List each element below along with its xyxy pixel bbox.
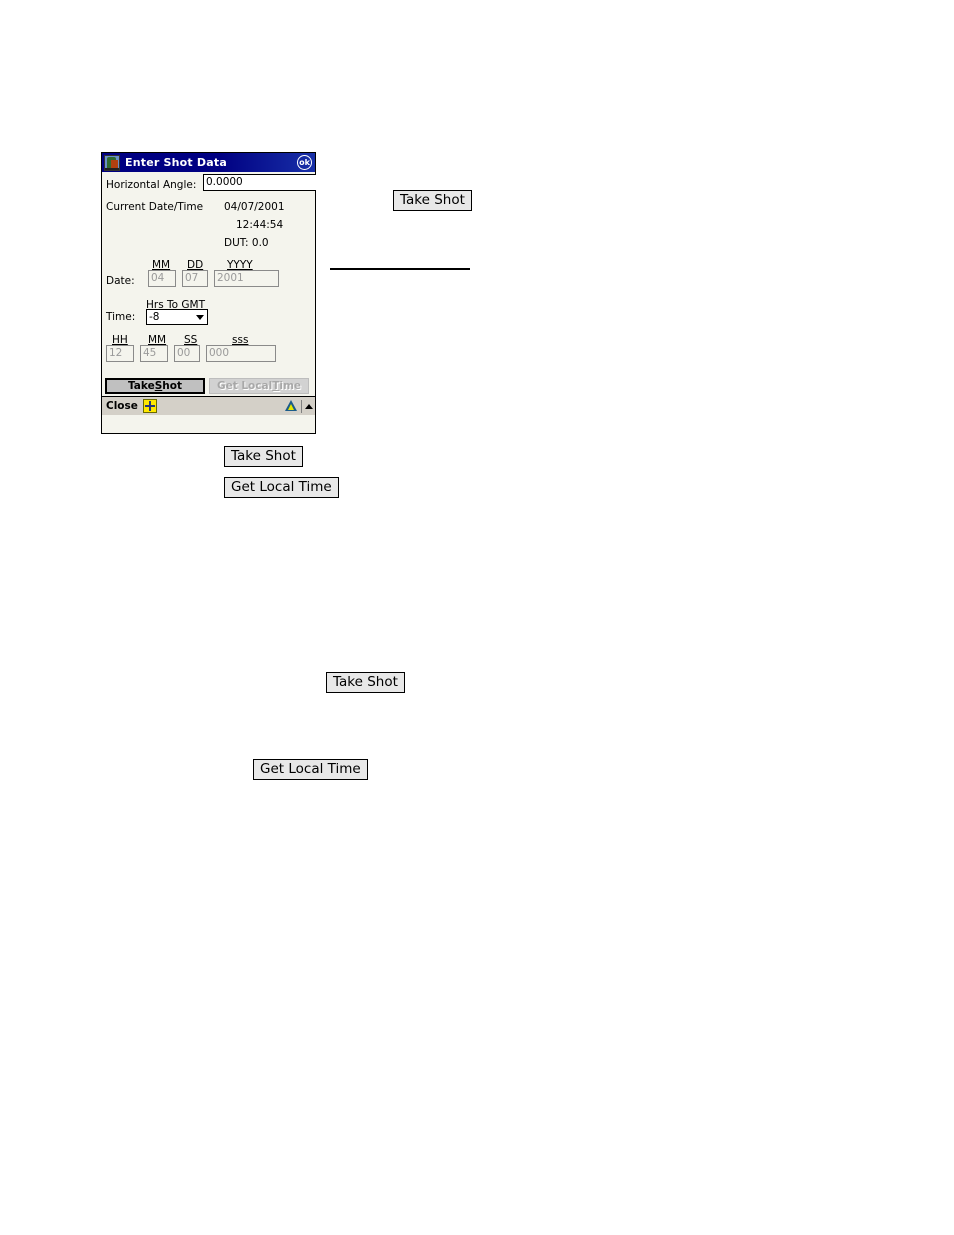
chevron-down-icon [196,315,204,320]
take-shot-button-post: hot [162,379,182,392]
system-tray [284,399,313,413]
take-shot-button-accelerator: S [154,379,163,392]
doc-horizontal-rule [330,268,470,270]
time-hh-input[interactable]: 12 [106,345,134,362]
ok-button[interactable]: ok [297,155,312,170]
doc-take-shot-reference-1: Take Shot [393,190,472,212]
get-local-time-button-post: ime [279,379,302,392]
get-local-time-button[interactable]: Get Local Time [209,377,309,394]
window-titlebar: Enter Shot Data ok [102,153,315,172]
take-shot-button[interactable]: Take Shot [105,377,205,394]
current-dut-value: DUT: 0.0 [224,237,269,249]
get-local-time-button-accelerator: T [272,379,280,392]
date-row-label: Date: [106,275,135,287]
time-mm-header: MM [148,334,167,346]
input-panel-icon[interactable] [142,399,157,413]
time-sss-input[interactable]: 000 [206,345,276,362]
time-hh-header: HH [112,334,128,346]
date-dd-input[interactable]: 07 [182,270,208,287]
close-button[interactable]: Close [106,400,138,412]
tray-divider [301,399,302,413]
hrs-to-gmt-dropdown[interactable]: -8 [146,309,208,325]
current-datetime-label: Current Date/Time [106,201,204,213]
date-yyyy-header: YYYY [227,259,253,271]
horizontal-angle-label: Horizontal Angle: [106,179,197,191]
antenna-icon[interactable] [284,399,298,413]
get-local-time-button-pre: Get Local [216,379,273,392]
date-yyyy-input[interactable]: 2001 [214,270,279,287]
app-icon [104,154,120,171]
time-sss-header: sss [232,334,249,346]
horizontal-angle-input[interactable]: 0.0000 [203,174,316,191]
date-dd-header: DD [187,259,204,271]
date-mm-input[interactable]: 04 [148,270,176,287]
doc-take-shot-reference-3: Take Shot [326,672,405,694]
time-ss-header: SS [184,334,198,346]
time-ss-input[interactable]: 00 [174,345,200,362]
window-title: Enter Shot Data [125,156,227,169]
current-time-value: 12:44:54 [236,219,284,231]
current-date-value: 04/07/2001 [224,201,285,213]
window-client-area: Horizontal Angle: 0.0000 Current Date/Ti… [102,172,316,415]
take-shot-button-pre: Take [128,379,155,392]
date-mm-header: MM [152,259,171,271]
command-bar: Take Shot Get Local Time [102,376,315,395]
pda-window: Enter Shot Data ok Horizontal Angle: 0.0… [101,152,316,434]
doc-get-local-time-reference-1: Get Local Time [224,477,339,499]
doc-get-local-time-reference-2: Get Local Time [253,759,368,781]
doc-take-shot-reference-2: Take Shot [224,446,303,468]
time-mm-input[interactable]: 45 [140,345,168,362]
chevron-up-icon[interactable] [305,403,313,409]
hrs-to-gmt-value: -8 [149,311,160,323]
time-row-label: Time: [106,311,136,323]
taskbar: Close [102,396,315,415]
